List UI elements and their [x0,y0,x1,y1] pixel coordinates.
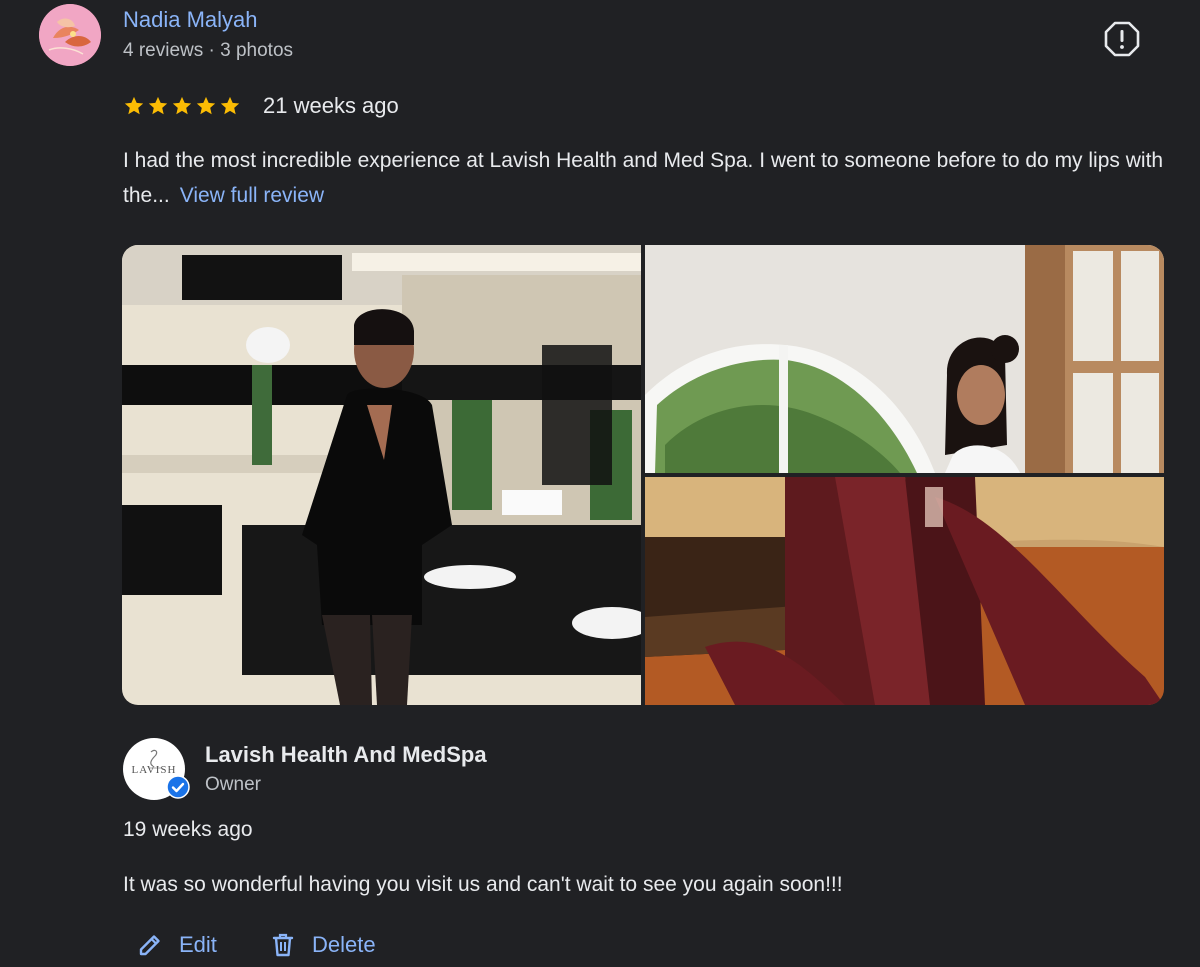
delete-label: Delete [312,932,376,957]
rating-row: 21 weeks ago [123,93,399,119]
review-age: 21 weeks ago [263,93,399,118]
reply-text: It was so wonderful having you visit us … [123,873,843,896]
reviewer-avatar[interactable] [39,4,101,66]
pencil-icon [139,935,160,956]
owner-role: Owner [205,774,261,795]
booth-photo-image [645,477,1164,705]
review-card: Nadia Malyah 4 reviews · 3 photos 21 wee… [0,0,1200,967]
star-icon [124,96,144,115]
edit-label: Edit [179,932,217,957]
reviewer-meta: 4 reviews · 3 photos [123,40,294,61]
star-icon [172,96,192,115]
star-icon [220,96,240,115]
edit-reply-button[interactable]: Edit [137,932,217,958]
reviewer-name[interactable]: Nadia Malyah [123,7,258,33]
view-full-review-link[interactable]: View full review [180,184,324,207]
window-photo-image [645,245,1164,473]
star-icon [196,96,216,115]
report-flag-icon [1104,21,1140,57]
photo-arched-window[interactable] [645,245,1164,473]
report-review-button[interactable] [1103,20,1141,58]
review-text: I had the most incredible experience at … [123,143,1168,213]
verified-badge-icon [166,775,190,799]
review-photos [122,245,1164,705]
trash-icon [272,933,294,957]
photo-leather-booth[interactable] [645,477,1164,705]
reply-age: 19 weeks ago [123,818,253,841]
star-rating [123,95,241,117]
delete-reply-button[interactable]: Delete [270,932,376,958]
restroom-photo-image [122,245,641,705]
owner-name: Lavish Health And MedSpa [205,742,487,767]
photo-restroom-mirror[interactable] [122,245,641,705]
flower-avatar-icon [39,4,101,66]
star-icon [148,96,168,115]
